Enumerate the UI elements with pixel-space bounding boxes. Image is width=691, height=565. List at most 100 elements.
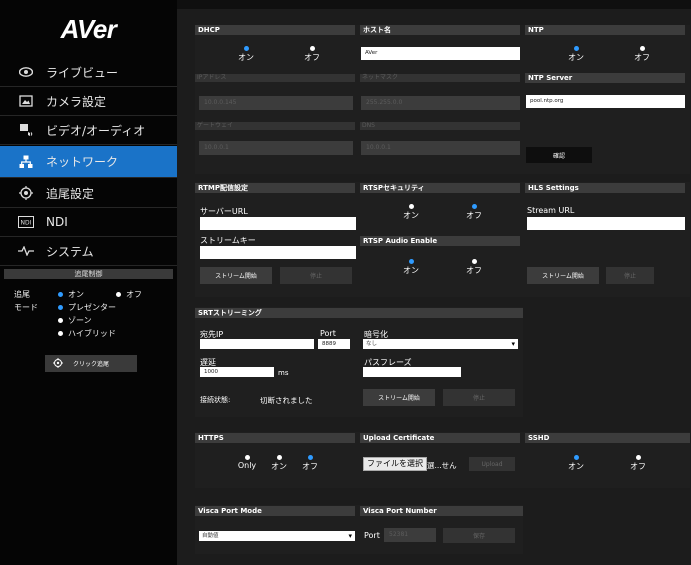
sidebar-item-label: ネットワーク	[46, 155, 119, 169]
srt-status-label: 接続状態:	[200, 396, 231, 404]
sshd-off-radio[interactable]: オフ	[623, 455, 653, 472]
radio-unselected-icon	[276, 455, 282, 460]
upload-button[interactable]: Upload	[469, 457, 515, 471]
mode-row: モード プレゼンター	[14, 301, 174, 314]
sidebar-item-video-audio[interactable]: ビデオ/オーディオ	[0, 116, 177, 145]
srt-encrypt-select[interactable]: なし ▾	[363, 339, 518, 349]
srt-stop-button[interactable]: 停止	[443, 389, 515, 406]
hostname-input[interactable]: AVer	[361, 47, 520, 60]
rtsp-audio-on-radio[interactable]: オン	[396, 259, 426, 276]
dns-input[interactable]: 10.0.0.1	[361, 141, 520, 155]
upload-cert-header: Upload Certificate	[360, 433, 520, 443]
mode-zone-radio[interactable]: ゾーン	[58, 315, 92, 326]
dhcp-header: DHCP	[195, 25, 355, 35]
sidebar-item-label: ライブビュー	[46, 65, 119, 80]
rtmp-url-input[interactable]	[200, 217, 356, 230]
sidebar-item-label: 追尾設定	[46, 186, 95, 201]
sshd-header: SSHD	[525, 433, 690, 443]
sidebar-item-camera-settings[interactable]: カメラ設定	[0, 87, 177, 116]
mode-row: ハイブリッド	[14, 327, 174, 340]
video-audio-icon	[18, 122, 34, 138]
rtsp-off-radio[interactable]: オフ	[459, 204, 489, 221]
srt-status-value: 切断されました	[260, 396, 313, 405]
tracking-on-radio[interactable]: オン	[58, 289, 116, 300]
srt-passphrase-input[interactable]	[363, 367, 461, 377]
ip-address-input[interactable]: 10.0.0.145	[199, 96, 353, 110]
rtmp-header: RTMP配信設定	[195, 183, 355, 193]
aver-logo: AVer	[60, 13, 117, 44]
mode-label: モード	[14, 303, 38, 312]
https-header: HTTPS	[195, 433, 355, 443]
rtmp-key-input[interactable]	[200, 246, 356, 259]
ntp-on-radio[interactable]: オン	[561, 46, 591, 63]
srt-ip-input[interactable]	[200, 339, 314, 349]
netmask-input[interactable]: 255.255.0.0	[361, 96, 520, 110]
visca-port-header: Visca Port Number	[360, 506, 523, 516]
network-icon	[18, 154, 34, 170]
sshd-on-radio[interactable]: オン	[561, 455, 591, 472]
dhcp-off-radio[interactable]: オフ	[297, 46, 327, 63]
sidebar-item-liveview[interactable]: ライブビュー	[0, 58, 177, 87]
hls-url-input[interactable]	[527, 217, 685, 230]
sidebar-item-network[interactable]: ネットワーク	[0, 146, 177, 178]
choose-file-button[interactable]: ファイルを選択	[363, 457, 427, 471]
svg-text:NDI: NDI	[21, 220, 32, 227]
radio-selected-icon	[243, 46, 249, 51]
tracking-icon	[18, 185, 34, 201]
hls-url-label: Stream URL	[527, 206, 575, 215]
rtsp-audio-off-radio[interactable]: オフ	[459, 259, 489, 276]
sidebar-item-system[interactable]: システム	[0, 237, 177, 266]
radio-selected-icon	[408, 259, 414, 264]
mode-row: ゾーン	[14, 314, 174, 327]
hls-stop-button[interactable]: 停止	[606, 267, 654, 284]
rtmp-key-label: ストリームキー	[200, 236, 256, 245]
sidebar-item-label: NDI	[46, 215, 68, 229]
app-root: AVer ライブビュー カメラ設定 ビデオ/オーディオ ネットワーク 追尾設定	[0, 0, 691, 565]
rtsp-on-radio[interactable]: オン	[396, 204, 426, 221]
https-on-radio[interactable]: オン	[264, 455, 294, 472]
click-tracking-button[interactable]: クリック追尾	[45, 355, 137, 372]
image-icon	[18, 93, 34, 109]
radio-selected-icon	[58, 305, 63, 310]
visca-save-button[interactable]: 保存	[443, 528, 515, 543]
hls-header: HLS Settings	[525, 183, 685, 193]
radio-unselected-icon	[471, 259, 477, 264]
srt-port-input[interactable]: 8889	[318, 339, 350, 349]
netmask-label: ネットマスク	[360, 74, 520, 82]
radio-selected-icon	[573, 46, 579, 51]
srt-start-button[interactable]: ストリーム開始	[363, 389, 435, 406]
srt-port-label: Port	[320, 329, 336, 338]
network-main: DHCP オン オフ IPアドレス 10.0.0.145 ゲートウェイ 10.0…	[177, 9, 691, 565]
rtmp-stop-button[interactable]: 停止	[280, 267, 352, 284]
visca-mode-select[interactable]: 自動値 ▾	[199, 531, 355, 541]
radio-selected-icon	[471, 204, 477, 209]
sidebar-item-ndi[interactable]: NDI NDI	[0, 208, 177, 237]
click-target-icon	[53, 357, 63, 370]
hls-start-button[interactable]: ストリーム開始	[527, 267, 599, 284]
sidebar-item-label: カメラ設定	[46, 94, 107, 109]
sidebar-item-label: システム	[46, 244, 94, 259]
radio-unselected-icon	[309, 46, 315, 51]
ntp-server-input[interactable]: pool.ntp.org	[526, 95, 685, 108]
https-only-radio[interactable]: Only	[232, 455, 262, 470]
visca-port-input[interactable]: 52381	[384, 528, 436, 542]
gateway-label: ゲートウェイ	[195, 122, 355, 130]
rtsp-security-header: RTSPセキュリティ	[360, 183, 520, 193]
gateway-input[interactable]: 10.0.0.1	[199, 141, 353, 155]
https-off-radio[interactable]: オフ	[295, 455, 325, 472]
mode-presenter-radio[interactable]: プレゼンター	[58, 302, 116, 313]
tracking-off-radio[interactable]: オフ	[116, 289, 142, 300]
ntp-apply-button[interactable]: 確認	[526, 147, 592, 163]
tracking-label: 追尾	[14, 290, 30, 299]
ntp-off-radio[interactable]: オフ	[627, 46, 657, 63]
dhcp-on-radio[interactable]: オン	[231, 46, 261, 63]
sidebar-item-tracking[interactable]: 追尾設定	[0, 179, 177, 208]
srt-latency-input[interactable]: 1000	[200, 367, 274, 377]
sidebar-nav: ライブビュー カメラ設定 ビデオ/オーディオ ネットワーク 追尾設定 NDI N…	[0, 58, 177, 266]
srt-header: SRTストリーミング	[195, 308, 523, 318]
radio-unselected-icon	[244, 455, 250, 460]
tracking-control: 追尾 オン オフ モード プレゼンター ゾーン ハイブリッド	[14, 288, 174, 340]
rtmp-start-button[interactable]: ストリーム開始	[200, 267, 272, 284]
tracking-control-header: 追尾制御	[4, 269, 173, 279]
mode-hybrid-radio[interactable]: ハイブリッド	[58, 328, 116, 339]
